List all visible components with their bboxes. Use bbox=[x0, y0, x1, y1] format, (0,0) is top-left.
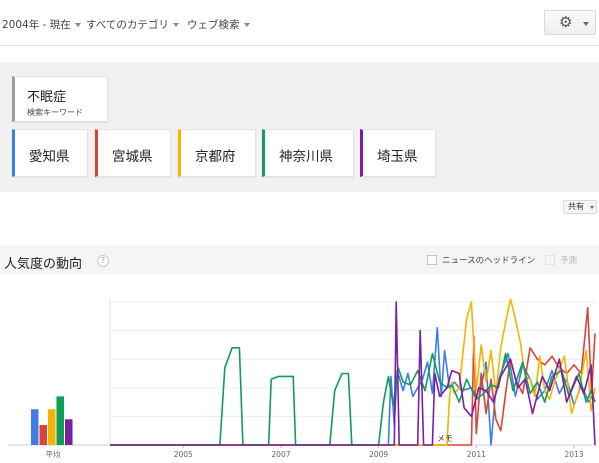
search-type-label: ウェブ検索 bbox=[187, 19, 240, 31]
interest-over-time-header: 人気度の動向 ? ニュースのヘッドライン 予測 bbox=[0, 246, 599, 274]
average-label: 平均 bbox=[46, 449, 61, 459]
region-card-saitama[interactable]: 埼玉県 bbox=[360, 129, 436, 177]
forecast-label: 予測 bbox=[560, 256, 578, 266]
average-bar bbox=[56, 396, 64, 445]
time-range-label: 2004年 - 現在 bbox=[2, 19, 71, 31]
search-term-label: 不眠症 bbox=[27, 90, 67, 105]
search-type-dropdown[interactable]: ウェブ検索 bbox=[187, 17, 250, 32]
gear-icon: ⚙ bbox=[559, 13, 573, 31]
category-dropdown[interactable]: すべてのカテゴリ bbox=[86, 17, 179, 32]
search-term-card[interactable]: 不眠症 検索キーワード bbox=[12, 76, 108, 122]
annotation-label: メモ bbox=[437, 434, 453, 443]
region-card-kyoto[interactable]: 京都府 bbox=[178, 129, 256, 177]
region-label: 神奈川県 bbox=[279, 149, 333, 165]
x-tick-label: 2011 bbox=[467, 450, 486, 459]
x-tick-label: 2013 bbox=[564, 450, 583, 459]
comparison-terms-panel: 不眠症 検索キーワード 愛知県 宮城県 京都府 神奈川県 埼玉県 bbox=[0, 62, 599, 192]
series-line bbox=[110, 306, 596, 446]
x-tick-label: 2007 bbox=[271, 450, 290, 459]
time-range-dropdown[interactable]: 2004年 - 現在 bbox=[2, 17, 81, 32]
search-term-sublabel: 検索キーワード bbox=[27, 108, 83, 117]
news-headlines-checkbox[interactable] bbox=[427, 255, 437, 265]
forecast-checkbox[interactable] bbox=[545, 255, 555, 265]
interest-chart-svg: 平均 2005 2007 2009 2011 2013 メモ bbox=[8, 298, 596, 459]
average-bar bbox=[31, 409, 39, 445]
region-card-kanagawa[interactable]: 神奈川県 bbox=[262, 129, 354, 177]
region-label: 愛知県 bbox=[29, 149, 70, 165]
news-headlines-label: ニュースのヘッドライン bbox=[442, 256, 536, 266]
series-line bbox=[110, 301, 596, 446]
help-icon[interactable]: ? bbox=[97, 255, 109, 267]
series-line bbox=[110, 347, 596, 446]
chevron-down-icon bbox=[74, 23, 81, 27]
region-label: 宮城県 bbox=[112, 149, 153, 165]
chevron-down-icon bbox=[172, 23, 179, 27]
region-card-miyagi[interactable]: 宮城県 bbox=[95, 129, 171, 177]
settings-button[interactable]: ⚙ bbox=[544, 10, 596, 35]
series-line bbox=[110, 298, 596, 446]
region-label: 京都府 bbox=[195, 149, 236, 165]
category-label: すべてのカテゴリ bbox=[86, 19, 169, 31]
share-row: 共有 bbox=[0, 192, 599, 246]
section-title: 人気度の動向 bbox=[4, 257, 83, 272]
share-label: 共有 bbox=[568, 202, 584, 211]
region-card-aichi[interactable]: 愛知県 bbox=[12, 129, 88, 177]
interest-chart: 平均 2005 2007 2009 2011 2013 メモ bbox=[0, 274, 599, 463]
chevron-down-icon bbox=[243, 23, 250, 27]
share-button[interactable]: 共有 bbox=[563, 200, 597, 214]
average-bar bbox=[65, 419, 73, 445]
chevron-down-icon bbox=[583, 22, 589, 26]
x-tick-label: 2005 bbox=[174, 450, 193, 459]
x-tick-label: 2009 bbox=[369, 450, 388, 459]
average-bar bbox=[48, 409, 56, 445]
top-filter-bar: 2004年 - 現在 すべてのカテゴリ ウェブ検索 ⚙ bbox=[0, 0, 599, 46]
chevron-down-icon bbox=[590, 206, 594, 209]
region-label: 埼玉県 bbox=[377, 149, 418, 165]
average-bar bbox=[39, 424, 47, 445]
